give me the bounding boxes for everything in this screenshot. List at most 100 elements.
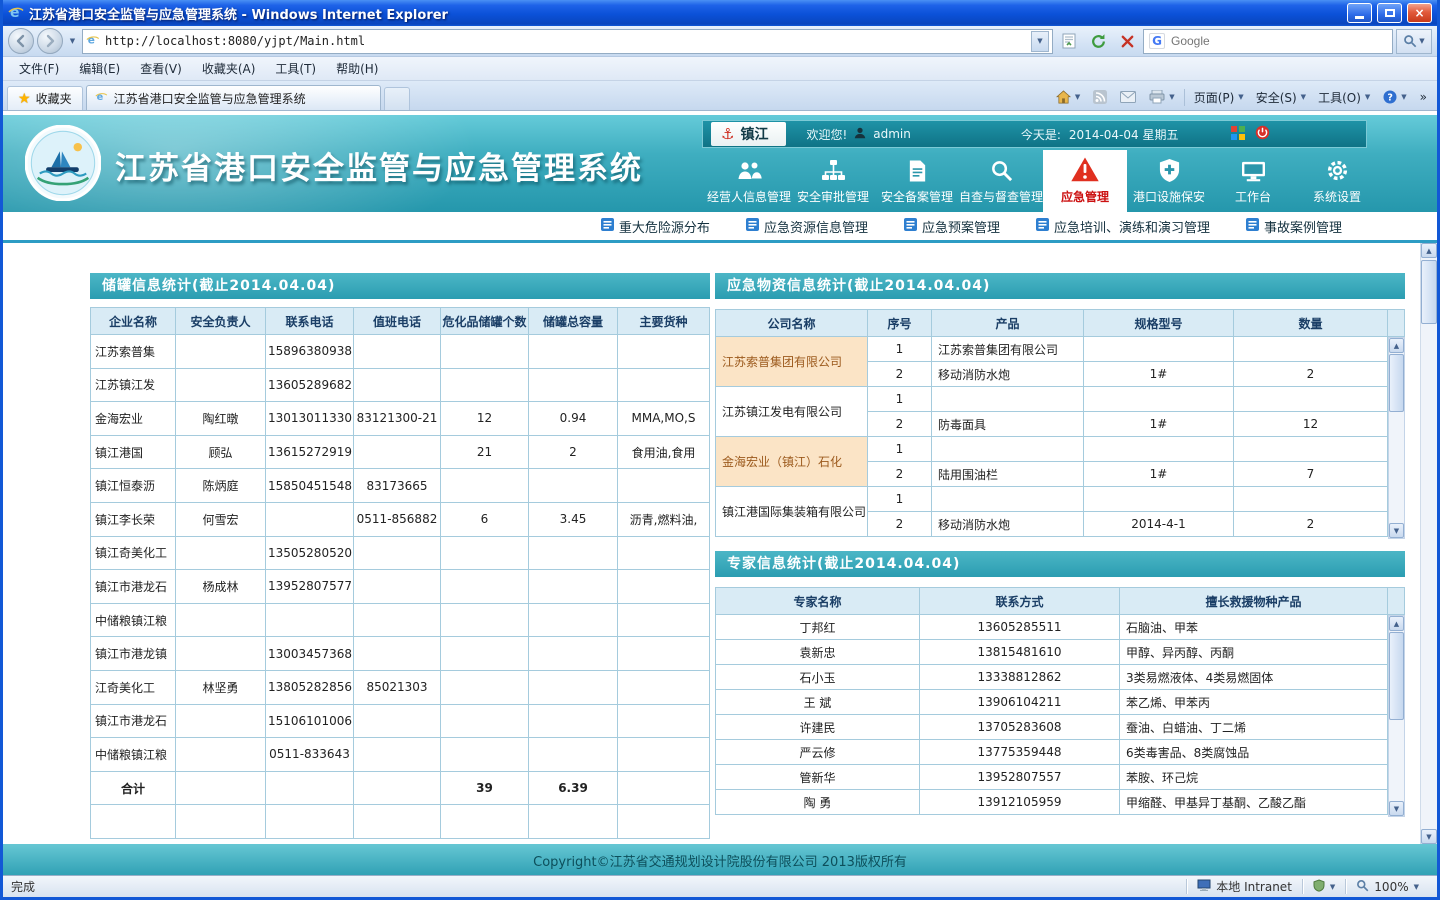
nav-item-document[interactable]: 安全备案管理 xyxy=(875,150,959,212)
scroll-down-button[interactable]: ▼ xyxy=(1389,801,1404,816)
favorites-button[interactable]: ★ 收藏夹 xyxy=(7,86,83,110)
menubar-item[interactable]: 文件(F) xyxy=(9,57,69,80)
url-input[interactable] xyxy=(105,34,1026,48)
back-button[interactable] xyxy=(8,28,34,54)
status-zoom[interactable]: 100% ▼ xyxy=(1346,876,1429,897)
tabs-bar: ★ 收藏夹 e 江苏省港口安全监管与应急管理系统 ▼ ▼ 页面(P)▼安全(S)… xyxy=(3,81,1437,111)
page-scrollbar[interactable]: ▲ ▼ xyxy=(1420,243,1437,844)
scroll-down-button[interactable]: ▼ xyxy=(1389,523,1404,538)
nav-item-shield[interactable]: 港口设施保安 xyxy=(1127,150,1211,212)
supplies-scrollbar[interactable]: ▲ ▼ xyxy=(1388,337,1405,539)
toolbar-dropdown[interactable]: 安全(S)▼ xyxy=(1250,85,1312,109)
scroll-track[interactable] xyxy=(1421,258,1437,829)
menubar-item[interactable]: 查看(V) xyxy=(130,57,192,80)
menubar-item[interactable]: 收藏夹(A) xyxy=(192,57,266,80)
status-protected-mode[interactable]: ▼ xyxy=(1303,876,1345,897)
experts-panel-title: 专家信息统计(截止2014.04.04) xyxy=(715,551,1405,577)
submenu-item[interactable]: 重大危险源分布 xyxy=(601,217,710,236)
nav-item-orgchart[interactable]: 安全审批管理 xyxy=(791,150,875,212)
submenu-item[interactable]: 应急培训、演练和演习管理 xyxy=(1036,217,1210,236)
document-list-icon xyxy=(904,218,917,235)
search-input[interactable] xyxy=(1171,34,1387,48)
qty-cell: 7 xyxy=(1234,462,1388,487)
cell: 食用油,食用 xyxy=(618,435,710,469)
cell xyxy=(354,335,441,369)
scroll-down-button[interactable]: ▼ xyxy=(1421,829,1437,844)
submenu-item[interactable]: 事故案例管理 xyxy=(1246,217,1342,236)
maximize-button[interactable] xyxy=(1377,3,1402,23)
tank-row: 镇江恒泰沥陈炳庭1585045154883173665 xyxy=(91,469,710,503)
column-header: 主要货种 xyxy=(618,308,710,335)
submenu-item[interactable]: 应急资源信息管理 xyxy=(746,217,868,236)
nav-item-monitor[interactable]: 工作台 xyxy=(1211,150,1295,212)
cell xyxy=(529,536,618,570)
menubar-item[interactable]: 编辑(E) xyxy=(69,57,130,80)
refresh-button[interactable] xyxy=(1085,28,1111,54)
date-group: 今天是: 2014-04-04 星期五 xyxy=(1021,126,1179,143)
switch-user-icon[interactable] xyxy=(1231,126,1245,143)
tank-row: 镇江港国顾弘13615272919212食用油,食用 xyxy=(91,435,710,469)
history-dropdown[interactable]: ▼ xyxy=(66,29,79,53)
scroll-track[interactable] xyxy=(1389,631,1404,801)
stop-button[interactable] xyxy=(1114,28,1140,54)
seq-cell: 2 xyxy=(868,462,932,487)
header-row: 企业名称安全负责人联系电话值班电话危化品储罐个数储罐总容量主要货种 xyxy=(91,308,710,335)
close-button[interactable]: × xyxy=(1407,3,1432,23)
scroll-up-button[interactable]: ▲ xyxy=(1389,338,1404,353)
page-footer: Copyright©江苏省交通规划设计院股份有限公司 2013版权所有 xyxy=(3,844,1437,875)
company-cell: 江苏索普集团有限公司 xyxy=(716,337,868,387)
compatibility-view-icon[interactable] xyxy=(1056,28,1082,54)
cell xyxy=(441,536,529,570)
expert-row: 陶 勇13912105959甲缩醛、甲基异丁基酮、乙酸乙酯 xyxy=(716,790,1388,815)
menubar-item[interactable]: 工具(T) xyxy=(265,57,326,80)
help-button[interactable]: ?▼ xyxy=(1377,85,1412,109)
scroll-thumb[interactable] xyxy=(1389,354,1404,412)
supplies-table-head: 公司名称序号产品规格型号数量 xyxy=(716,310,1388,337)
nav-item-people[interactable]: 经营人信息管理 xyxy=(707,150,791,212)
logout-icon[interactable] xyxy=(1255,125,1270,143)
scroll-thumb[interactable] xyxy=(1421,260,1437,324)
scroll-track[interactable] xyxy=(1389,353,1404,523)
nav-item-warning[interactable]: 应急管理 xyxy=(1043,150,1127,212)
page-viewport: 江苏省港口安全监管与应急管理系统 ⚓ 镇江 欢迎您! admin 今天是: 20… xyxy=(3,111,1437,875)
address-dropdown[interactable]: ▼ xyxy=(1031,31,1049,52)
toolbar-overflow-chevron[interactable]: » xyxy=(1414,85,1433,109)
scroll-up-button[interactable]: ▲ xyxy=(1389,616,1404,631)
cell: 39 xyxy=(441,771,529,805)
nav-item-gear[interactable]: 系统设置 xyxy=(1295,150,1379,212)
experts-scrollbar[interactable]: ▲ ▼ xyxy=(1388,615,1405,817)
read-mail-button[interactable] xyxy=(1114,85,1142,109)
new-tab-button[interactable] xyxy=(384,87,410,110)
scroll-up-button[interactable]: ▲ xyxy=(1421,243,1437,258)
spec-cell xyxy=(1084,387,1234,412)
minimize-button[interactable] xyxy=(1347,3,1372,23)
spec-cell: 1# xyxy=(1084,462,1234,487)
print-button[interactable]: ▼ xyxy=(1143,85,1180,109)
active-tab[interactable]: e 江苏省港口安全监管与应急管理系统 xyxy=(86,85,381,110)
menubar-item[interactable]: 帮助(H) xyxy=(326,57,388,80)
search-button[interactable]: ▼ xyxy=(1396,29,1432,54)
toolbar-dropdown[interactable]: 页面(P)▼ xyxy=(1188,85,1250,109)
spec-cell: 1# xyxy=(1084,412,1234,437)
cell: 83121300-21 xyxy=(354,402,441,436)
cell xyxy=(618,570,710,604)
date-label: 今天是: xyxy=(1021,126,1061,143)
cell: 镇江奇美化工 xyxy=(91,536,176,570)
home-button[interactable]: ▼ xyxy=(1050,85,1086,109)
submenu-item[interactable]: 应急预案管理 xyxy=(904,217,1000,236)
cell xyxy=(529,704,618,738)
cell: 陶 勇 xyxy=(716,790,920,815)
status-zone[interactable]: 本地 Intranet xyxy=(1187,876,1302,897)
feeds-button[interactable] xyxy=(1087,85,1113,109)
empty-cell xyxy=(91,805,176,839)
cell: 0511-833643 xyxy=(266,738,354,772)
forward-button[interactable] xyxy=(37,28,63,54)
cell xyxy=(441,335,529,369)
seq-cell: 2 xyxy=(868,362,932,387)
scroll-thumb[interactable] xyxy=(1389,632,1404,720)
city-selector[interactable]: ⚓ 镇江 xyxy=(711,122,786,146)
document-icon xyxy=(906,155,929,183)
nav-item-magnifier[interactable]: 自查与督查管理 xyxy=(959,150,1043,212)
address-bar: ▼ e ▼ G ▼ xyxy=(3,26,1437,57)
toolbar-dropdown[interactable]: 工具(O)▼ xyxy=(1312,85,1376,109)
